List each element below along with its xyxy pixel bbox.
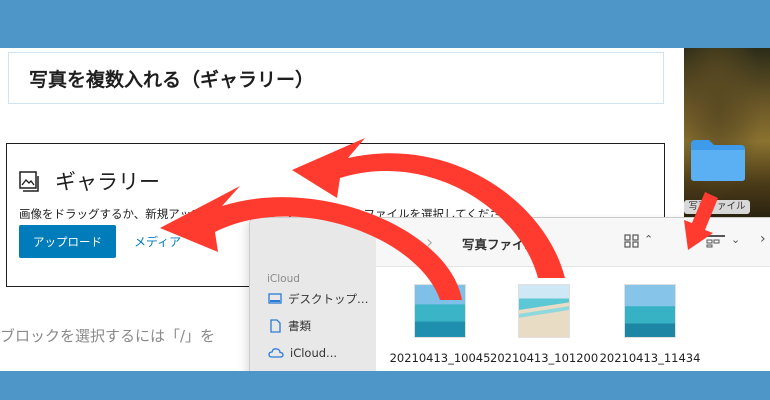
view-options-chevron-icon[interactable]: ⌃ [644,233,653,246]
sidebar-item-icloud-drive[interactable]: iCloud... [268,344,337,362]
forward-icon[interactable]: › [426,232,433,253]
group-view-icon[interactable] [706,234,726,248]
sidebar-item-desktop[interactable]: デスクトップ… [268,290,369,308]
more-icon[interactable]: › [760,231,766,247]
file-name: 20210413_101200 [490,351,599,365]
desktop-background [684,48,770,218]
cloud-icon [268,348,284,358]
file-name: 20210413_11434 [599,351,701,365]
file-name: 20210413_10045 [389,351,491,365]
file-item[interactable]: 20210413_11434 [596,284,704,365]
folder-icon[interactable] [689,136,747,182]
desktop-folder-label[interactable]: 写真ファイル [684,200,750,214]
heading-text: 写真を複数入れる（ギャラリー） [29,69,315,91]
sidebar-item-label: 書類 [288,319,311,333]
block-hint[interactable]: ブロックを選択するには「/」を [0,325,215,346]
media-library-link[interactable]: メディア [134,233,181,250]
heading-block[interactable]: 写真を複数入れる（ギャラリー） [8,52,664,104]
screenshot: 写真を複数入れる（ギャラリー） ギャラリー 画像をドラッグするか、新規アップロー… [0,48,770,371]
finder-window: iCloud デスクトップ… 書類 iCloud... ‹ › 写真ファイル ⌃… [250,218,770,371]
chevron-down-icon[interactable]: ⌄ [731,233,740,246]
sidebar-item-label: デスクトップ… [288,292,369,306]
sidebar-section-icloud: iCloud [267,273,300,285]
desktop-icon [268,293,282,304]
file-item[interactable]: 20210413_10045 [386,284,494,365]
grid-view-icon[interactable] [624,234,640,248]
sea-photo-thumbnail [624,284,676,338]
sidebar-item-documents[interactable]: 書類 [268,317,311,335]
finder-toolbar: ‹ › 写真ファイル ⌃ ⌄ › [376,218,770,267]
back-icon[interactable]: ‹ [394,232,401,253]
sidebar-item-label: iCloud... [290,346,338,360]
finder-sidebar: iCloud デスクトップ… 書類 iCloud... [250,218,376,371]
sea-photo-thumbnail [414,284,466,338]
gallery-icon [19,171,39,192]
upload-button[interactable]: アップロード [19,225,116,258]
document-icon [270,319,281,333]
finder-title: 写真ファイル [462,237,538,252]
gallery-title: ギャラリー [55,170,160,194]
beach-photo-thumbnail [518,284,570,338]
file-item[interactable]: 20210413_101200 [490,284,598,365]
